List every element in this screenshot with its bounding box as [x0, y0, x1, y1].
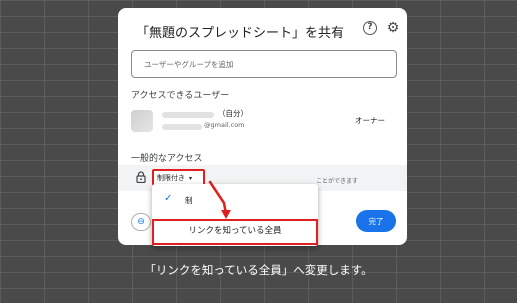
check-icon: ✓	[164, 193, 173, 204]
done-button[interactable]: 完了	[356, 210, 396, 232]
access-dropdown-menu: ✓ 制 リンクを知っている全員	[152, 184, 318, 246]
menu-item-restricted[interactable]: 制	[185, 195, 193, 206]
dialog-title: 「無題のスプレッドシート」を共有	[136, 26, 345, 41]
user-role: オーナー	[355, 116, 385, 125]
avatar	[131, 110, 153, 132]
help-icon[interactable]: ?	[363, 21, 377, 35]
people-with-access-heading: アクセスできるユーザー	[131, 91, 230, 101]
gear-icon[interactable]: ⚙	[386, 21, 400, 35]
blurred-name	[162, 112, 214, 118]
caption-text: 「リンクを知っている全員」へ変更します。	[144, 263, 373, 277]
restriction-label: 制限付き	[157, 174, 185, 182]
user-name: （自分）	[218, 109, 248, 118]
user-email: @gmail.com	[204, 121, 245, 129]
general-access-heading: 一般的なアクセス	[131, 154, 203, 164]
general-access-description: ことができます	[316, 178, 359, 185]
copy-link-icon[interactable]: ⊖	[131, 213, 151, 231]
chevron-down-icon: ▾	[189, 175, 193, 182]
menu-item-anyone-with-link[interactable]: リンクを知っている全員	[152, 219, 318, 245]
lock-icon	[136, 171, 146, 183]
add-people-input[interactable]	[131, 50, 397, 78]
blurred-email	[162, 124, 202, 130]
